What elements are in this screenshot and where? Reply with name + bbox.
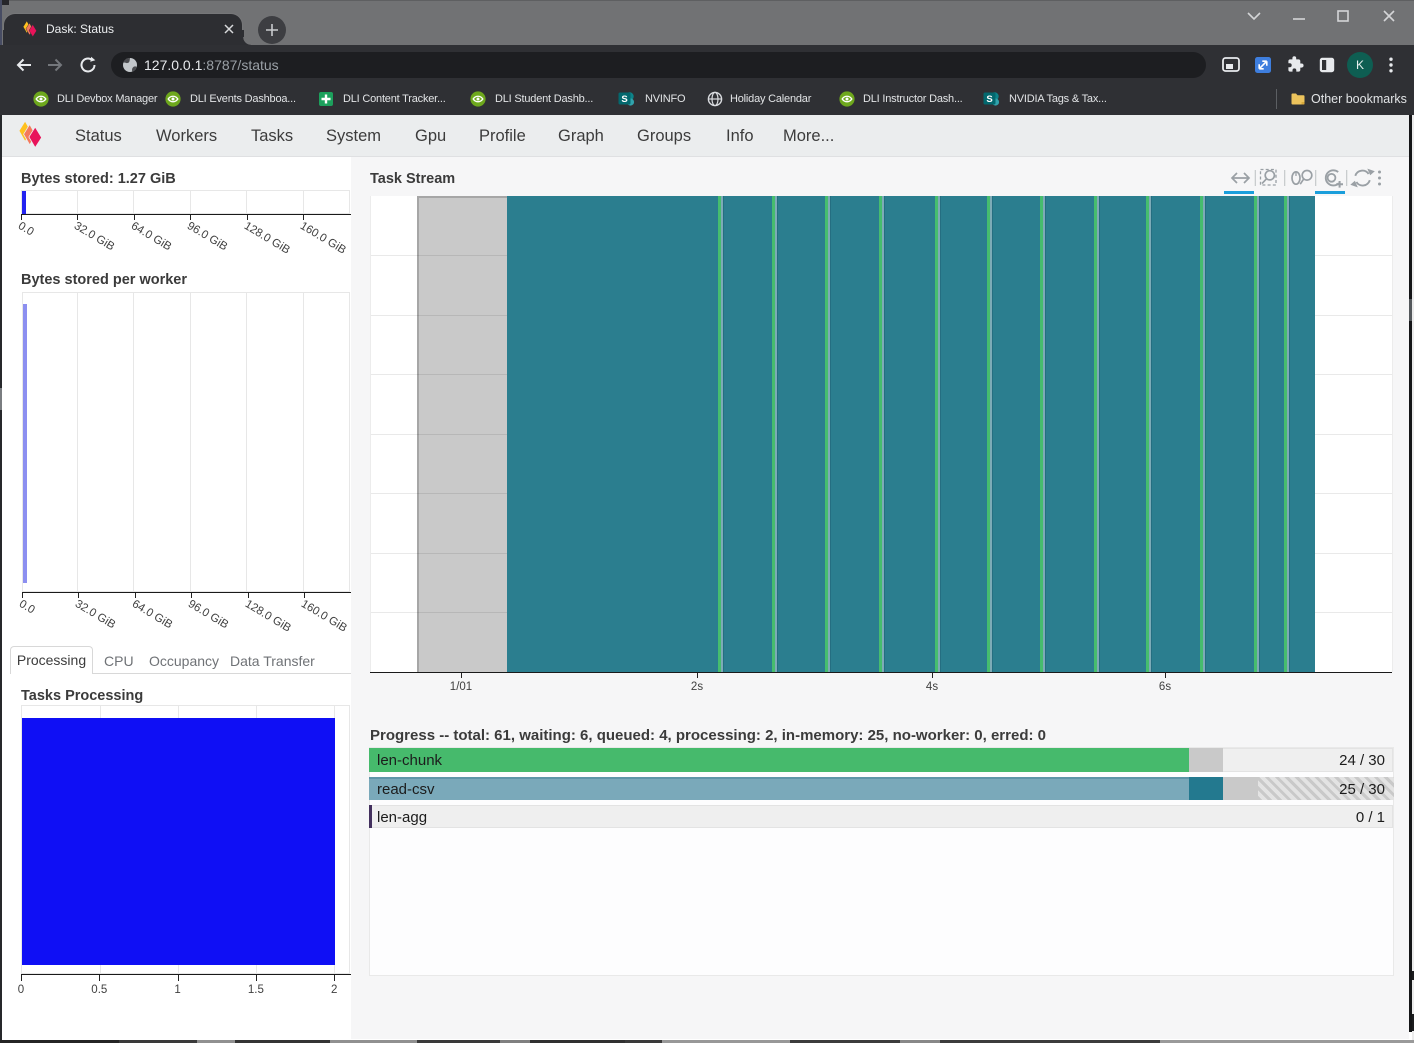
svg-text:S: S — [986, 94, 992, 105]
svg-text:S: S — [621, 94, 627, 105]
